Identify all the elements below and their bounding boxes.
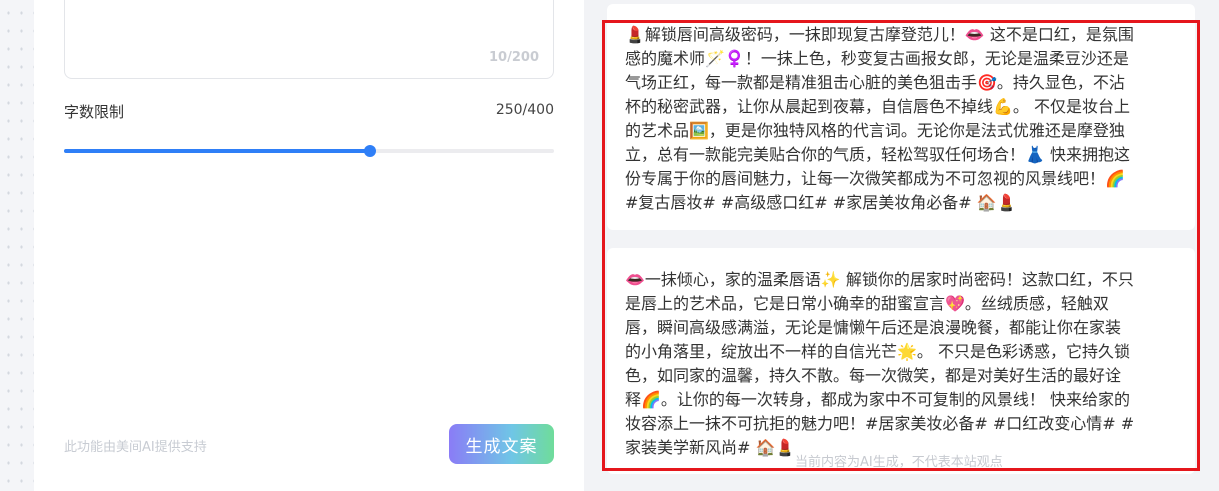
slider-fill [64, 149, 370, 153]
generate-copy-button[interactable]: 生成文案 [449, 424, 554, 464]
slider-thumb[interactable] [364, 145, 376, 157]
result-card[interactable]: 👄一抹倾心，家的温柔唇语✨ 解锁你的居家时尚密码！这款口红，不只 是唇上的艺术品… [607, 248, 1195, 474]
results-column: 💄解锁唇间高级密码，一抹即现复古摩登范儿！👄 这不是口红，是氛围 感的魔术师🪄♀… [603, 0, 1195, 491]
description-textarea[interactable]: 10/200 [64, 0, 554, 79]
ai-provider-note: 此功能由美间AI提供支持 [64, 440, 207, 455]
word-limit-slider[interactable] [64, 145, 554, 159]
page: 10/200 字数限制 250/400 此功能由美间AI提供支持 生成文案 💄解… [0, 0, 1219, 491]
char-counter: 10/200 [489, 50, 539, 65]
result-text: 💄解锁唇间高级密码，一抹即现复古摩登范儿！👄 这不是口红，是氛围 感的魔术师🪄♀… [625, 25, 1134, 212]
ai-disclaimer: 当前内容为AI生成，不代表本站观点 [795, 455, 1003, 470]
input-panel: 10/200 字数限制 250/400 此功能由美间AI提供支持 生成文案 [34, 0, 584, 491]
word-limit-value: 250/400 [495, 102, 554, 118]
result-text: 👄一抹倾心，家的温柔唇语✨ 解锁你的居家时尚密码！这款口红，不只 是唇上的艺术品… [625, 270, 1135, 457]
result-card[interactable]: 💄解锁唇间高级密码，一抹即现复古摩登范儿！👄 这不是口红，是氛围 感的魔术师🪄♀… [607, 4, 1195, 230]
word-limit-label: 字数限制 [64, 103, 125, 121]
dotted-gutter [0, 0, 34, 491]
